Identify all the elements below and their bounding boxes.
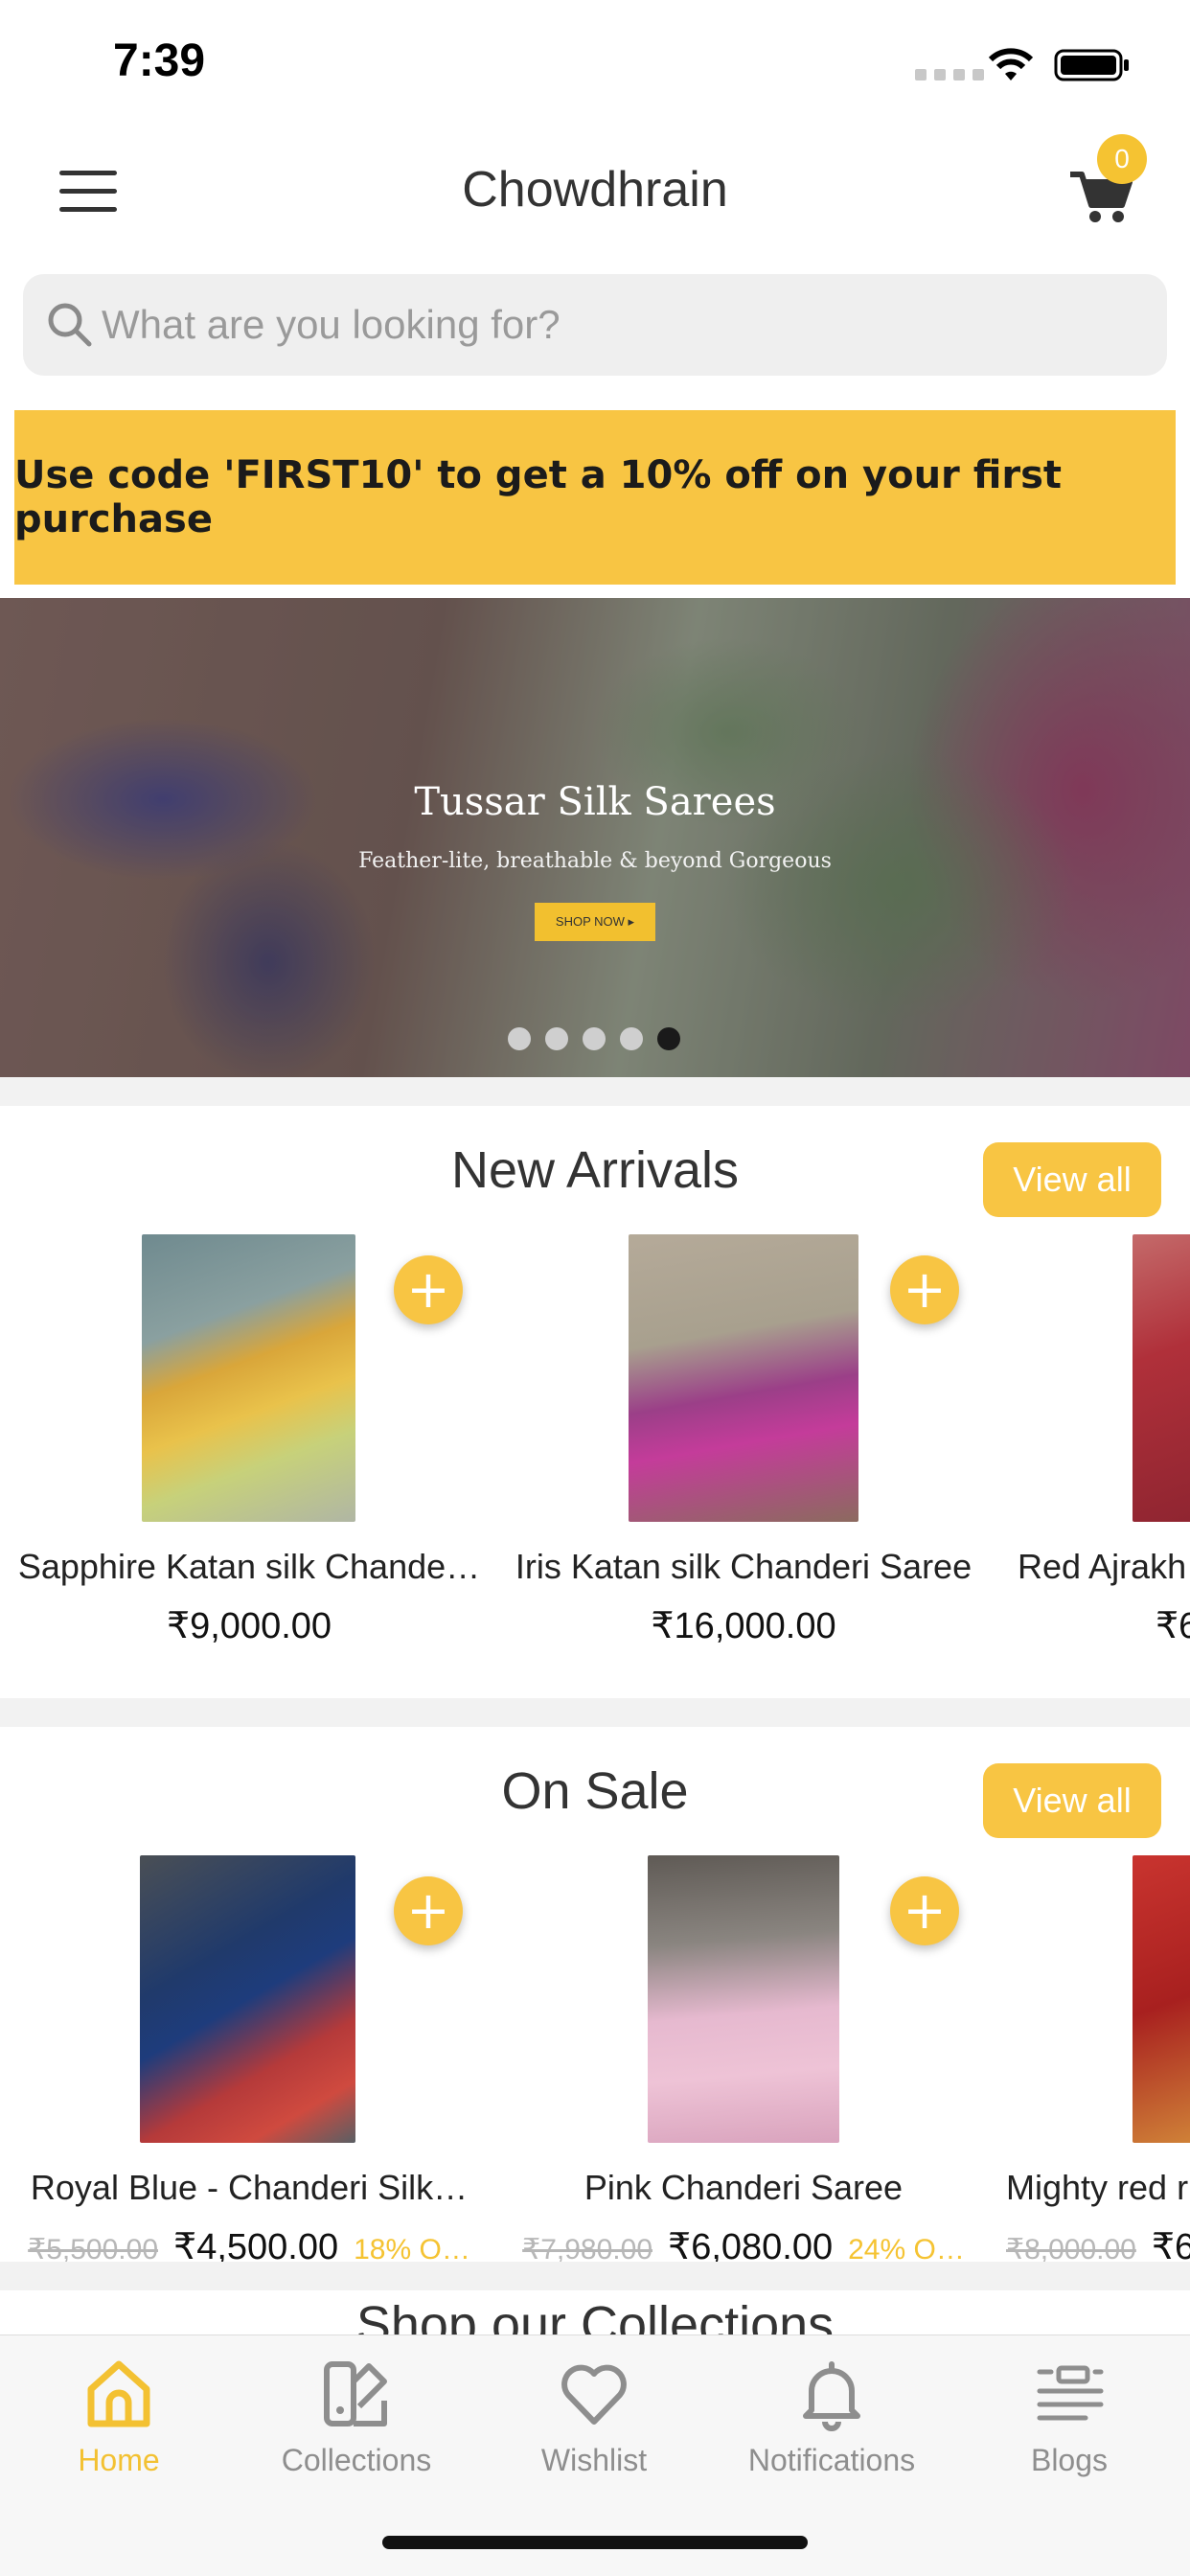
add-to-cart-button[interactable]: + <box>394 1255 463 1324</box>
tab-label: Collections <box>281 2443 432 2477</box>
original-price: ₹7,980.00 <box>522 2234 653 2262</box>
product-price: ₹6 <box>1156 1606 1190 1646</box>
product-price: ₹9,000.00 <box>166 1606 332 1646</box>
carousel-dots <box>508 1027 680 1050</box>
cellular-signal-icon <box>915 69 984 80</box>
product-card[interactable]: + Royal Blue - Chanderi Silk… ₹5,500.00 … <box>0 1855 498 2262</box>
carousel-dot[interactable] <box>508 1027 531 1050</box>
product-name: Iris Katan silk Chanderi Saree <box>515 1547 973 1586</box>
product-card[interactable]: Mighty red r ₹8,000.00 ₹6 <box>995 1855 1190 2262</box>
tab-home[interactable]: Home <box>9 2357 229 2500</box>
banner-title: Tussar Silk Sarees <box>414 780 776 824</box>
section-divider <box>0 1698 1190 1727</box>
app-header: Chowdhrain 0 <box>0 134 1190 249</box>
product-name: Pink Chanderi Saree <box>584 2168 904 2207</box>
bell-icon <box>803 2361 860 2431</box>
sale-price: ₹4,500.00 <box>173 2227 339 2262</box>
new-arrivals-section: New Arrivals View all + Sapphire Katan s… <box>0 1106 1190 1698</box>
discount-label: 18% O… <box>354 2234 470 2262</box>
tab-label: Home <box>78 2443 160 2477</box>
blogs-icon <box>1037 2365 1104 2421</box>
product-name: Mighty red r <box>1006 2168 1189 2207</box>
product-card[interactable]: + Pink Chanderi Saree ₹7,980.00 ₹6,080.0… <box>494 1855 993 2262</box>
cart-count-badge: 0 <box>1097 134 1147 184</box>
product-image[interactable] <box>629 1234 858 1522</box>
sale-price: ₹6,080.00 <box>668 2227 834 2262</box>
heart-icon <box>561 2364 627 2425</box>
wifi-icon <box>988 48 1034 80</box>
search-input[interactable] <box>102 274 1136 376</box>
tab-wishlist[interactable]: Wishlist <box>484 2357 704 2500</box>
product-image[interactable] <box>648 1855 839 2143</box>
collections-icon <box>324 2361 387 2426</box>
banner-subtitle: Feather-lite, breathable & beyond Gorgeo… <box>358 849 832 873</box>
banner-overlay <box>0 598 1190 1077</box>
tab-label: Blogs <box>1030 2443 1109 2477</box>
home-indicator <box>382 2536 808 2549</box>
promo-banner: Use code 'FIRST10' to get a 10% off on y… <box>14 410 1176 585</box>
product-name: Red Ajrakh <box>1018 1547 1187 1586</box>
carousel-dot[interactable] <box>583 1027 606 1050</box>
carousel-dot-active[interactable] <box>657 1027 680 1050</box>
tab-blogs[interactable]: Blogs <box>959 2357 1179 2500</box>
tab-label: Wishlist <box>540 2443 648 2477</box>
promo-text: Use code 'FIRST10' to get a 10% off on y… <box>14 453 1063 541</box>
battery-icon <box>1054 49 1129 81</box>
product-card[interactable]: + Sapphire Katan silk Chande… ₹9,000.00 <box>0 1234 498 1656</box>
product-price: ₹16,000.00 <box>651 1606 836 1646</box>
original-price: ₹5,500.00 <box>28 2234 159 2262</box>
tab-collections[interactable]: Collections <box>246 2357 467 2500</box>
sale-price: ₹6 <box>1151 2227 1190 2262</box>
add-to-cart-button[interactable]: + <box>890 1255 959 1324</box>
original-price: ₹8,000.00 <box>1006 2234 1136 2262</box>
hero-banner-carousel[interactable]: Tussar Silk Sarees Feather-lite, breatha… <box>0 598 1190 1077</box>
product-image[interactable] <box>1133 1855 1190 2143</box>
carousel-dot[interactable] <box>620 1027 643 1050</box>
tab-label: Notifications <box>747 2443 916 2477</box>
shop-now-button[interactable]: SHOP NOW ▸ <box>535 903 655 941</box>
home-icon <box>87 2360 150 2427</box>
product-image[interactable] <box>140 1855 355 2143</box>
on-sale-section: On Sale View all + Royal Blue - Chanderi… <box>0 1727 1190 2262</box>
search-bar[interactable] <box>23 274 1167 376</box>
view-all-button[interactable]: View all <box>983 1763 1161 1838</box>
product-image[interactable] <box>142 1234 355 1522</box>
product-card[interactable]: Red Ajrakh ₹6 <box>995 1234 1190 1656</box>
product-card[interactable]: + Iris Katan silk Chanderi Saree ₹16,000… <box>494 1234 993 1656</box>
app-title: Chowdhrain <box>462 162 728 218</box>
price-row: ₹8,000.00 ₹6 <box>1006 2225 1190 2262</box>
section-divider <box>0 1077 1190 1106</box>
section-divider <box>0 2262 1190 2290</box>
add-to-cart-button[interactable]: + <box>394 1876 463 1945</box>
price-row: ₹7,980.00 ₹6,080.00 24% O… <box>494 2225 993 2262</box>
view-all-button[interactable]: View all <box>983 1142 1161 1217</box>
product-name: Royal Blue - Chanderi Silk… <box>30 2168 469 2207</box>
status-bar: 7:39 <box>0 0 1190 129</box>
price-row: ₹5,500.00 ₹4,500.00 18% O… <box>0 2225 498 2262</box>
product-image[interactable] <box>1133 1234 1190 1522</box>
tab-notifications[interactable]: Notifications <box>721 2357 942 2500</box>
status-time: 7:39 <box>113 35 206 86</box>
carousel-dot[interactable] <box>545 1027 568 1050</box>
product-name: Sapphire Katan silk Chande… <box>17 1547 481 1586</box>
search-icon <box>48 303 92 347</box>
discount-label: 24% O… <box>848 2234 965 2262</box>
add-to-cart-button[interactable]: + <box>890 1876 959 1945</box>
